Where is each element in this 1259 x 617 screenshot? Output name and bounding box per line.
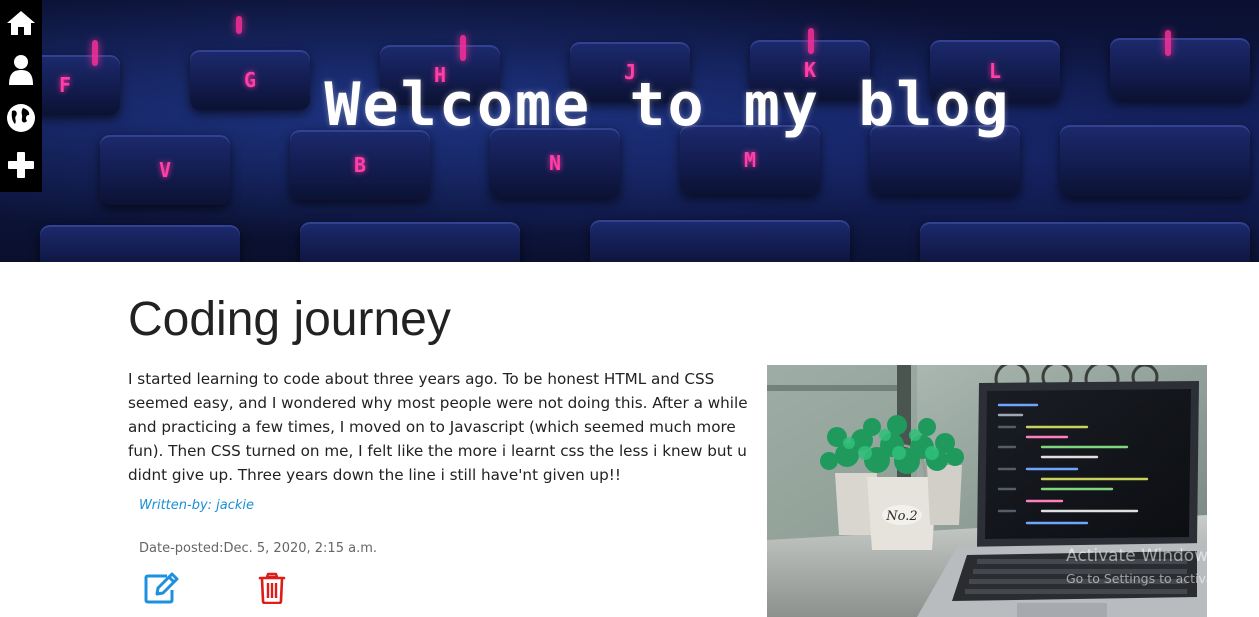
sidebar-item-add[interactable]	[0, 142, 42, 188]
post-title: Coding journey	[128, 293, 451, 346]
delete-post-button[interactable]	[257, 572, 287, 605]
key-glow	[460, 35, 466, 61]
key-glow	[808, 28, 814, 54]
home-icon	[7, 11, 35, 35]
key-glow	[236, 16, 242, 34]
hero-title: Welcome to my blog	[324, 70, 1011, 140]
key-letter: M	[743, 148, 757, 172]
activate-windows-title: Activate Windows	[1066, 546, 1217, 566]
key-letter: V	[158, 158, 172, 182]
keyboard-key	[920, 222, 1250, 262]
keyboard-key: V	[100, 135, 230, 205]
trash-icon	[258, 572, 286, 605]
plus-icon	[8, 152, 34, 178]
edit-icon	[144, 572, 179, 604]
sidebar-item-profile[interactable]	[0, 47, 42, 93]
post-body: I started learning to code about three y…	[128, 370, 748, 484]
key-letter: N	[548, 151, 562, 175]
hero-banner: F G H J K L V B N M Welcome to my blog	[0, 0, 1259, 262]
keyboard-key	[40, 225, 240, 262]
key-glow	[1165, 30, 1171, 56]
key-glow	[92, 40, 98, 66]
user-icon	[9, 55, 33, 85]
keyboard-key	[590, 220, 850, 262]
sidebar-nav	[0, 0, 42, 192]
post-date: Date-posted:Dec. 5, 2020, 2:15 a.m.	[139, 541, 377, 556]
activate-windows-subtitle: Go to Settings to activate Windows.	[1066, 571, 1259, 586]
sidebar-item-explore[interactable]	[0, 95, 42, 141]
edit-post-button[interactable]	[143, 570, 181, 604]
globe-icon	[7, 104, 35, 132]
sidebar-item-home[interactable]	[0, 0, 42, 46]
keyboard-key	[300, 222, 520, 262]
keyboard-key: B	[290, 130, 430, 200]
key-letter: B	[353, 153, 367, 177]
post-author: Written-by: jackie	[139, 498, 255, 513]
pot-label: No.2	[885, 509, 917, 524]
